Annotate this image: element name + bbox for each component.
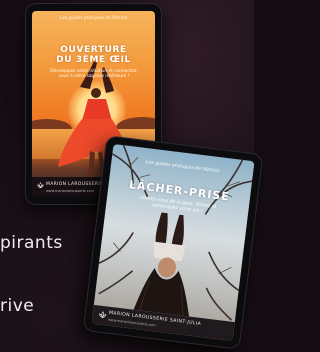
ebook-tablet-lacher-prise: Les guides pratiques de Marion LÂCHER-PR…: [83, 136, 263, 349]
lotus-logo-icon: [37, 182, 44, 189]
ebook-1-title: OUVERTURE DU 3ÈME ŒIL: [32, 45, 155, 65]
woman-upside-down-hair-illustration: [133, 212, 190, 317]
ebook-1-tagline: Les guides pratiques de Marion: [59, 15, 128, 20]
ebook-cover-lacher-prise: Les guides pratiques de Marion LÂCHER-PR…: [91, 144, 255, 341]
ebook-1-title-line-1: OUVERTURE: [60, 45, 127, 55]
ebook-1-subtitle: Développez votre intuition et connectez-…: [50, 69, 138, 80]
side-text-line-2: rive: [0, 296, 35, 316]
lotus-logo-icon: [99, 311, 107, 318]
side-text-line-1: pirants: [0, 233, 63, 253]
ebook-1-title-line-2: DU 3ÈME ŒIL: [56, 55, 131, 65]
